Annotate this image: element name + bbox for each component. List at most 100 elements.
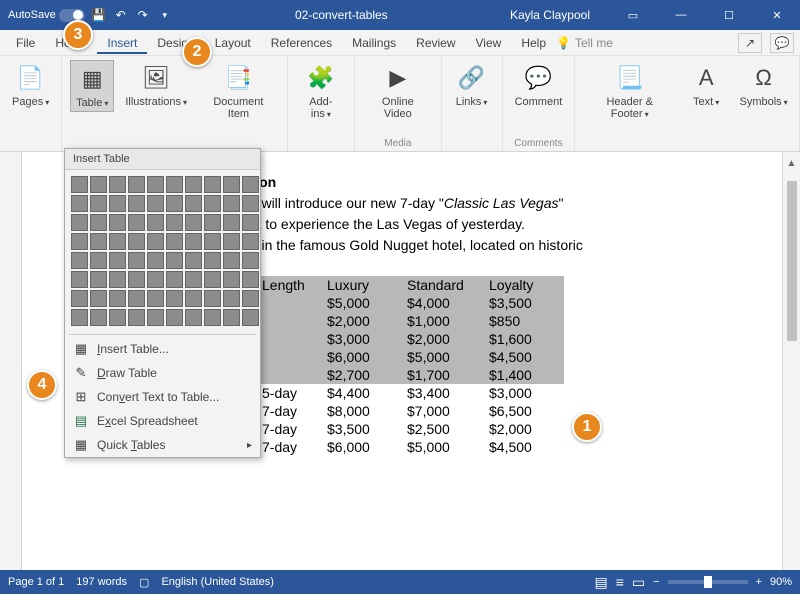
ribbon-table[interactable]: ▦ Table▾ — [70, 60, 114, 112]
grid-cell[interactable] — [242, 233, 259, 250]
ribbon-options-icon[interactable]: ▭ — [610, 0, 656, 30]
grid-cell[interactable] — [128, 233, 145, 250]
grid-cell[interactable] — [166, 233, 183, 250]
tell-me[interactable]: 💡 Tell me — [556, 36, 613, 50]
ribbon-document-item[interactable]: 📑 Document Item — [198, 60, 279, 122]
grid-cell[interactable] — [185, 214, 202, 231]
grid-cell[interactable] — [90, 309, 107, 326]
menu-layout[interactable]: Layout — [205, 32, 261, 54]
grid-cell[interactable] — [109, 214, 126, 231]
menu-mailings[interactable]: Mailings — [342, 32, 406, 54]
grid-cell[interactable] — [185, 309, 202, 326]
grid-cell[interactable] — [242, 252, 259, 269]
grid-cell[interactable] — [223, 176, 240, 193]
qat-customize-icon[interactable]: ▾ — [157, 7, 173, 23]
dropdown-quick-tables[interactable]: ▦ Quick Tables ▸ — [65, 433, 260, 457]
zoom-out-icon[interactable]: − — [653, 576, 659, 588]
grid-cell[interactable] — [109, 271, 126, 288]
grid-cell[interactable] — [71, 252, 88, 269]
grid-cell[interactable] — [223, 271, 240, 288]
print-layout-icon[interactable]: ≡ — [616, 574, 624, 590]
menu-file[interactable]: File — [6, 32, 45, 54]
grid-cell[interactable] — [223, 233, 240, 250]
zoom-thumb[interactable] — [704, 576, 712, 588]
scroll-up-icon[interactable]: ▲ — [785, 156, 799, 171]
web-layout-icon[interactable]: ▭ — [632, 574, 645, 591]
grid-cell[interactable] — [147, 309, 164, 326]
grid-cell[interactable] — [204, 195, 221, 212]
grid-cell[interactable] — [71, 233, 88, 250]
minimize-button[interactable]: — — [658, 0, 704, 30]
grid-cell[interactable] — [223, 309, 240, 326]
dropdown-convert-text[interactable]: ⊞ Convert Text to Table... — [65, 385, 260, 409]
grid-cell[interactable] — [204, 271, 221, 288]
grid-cell[interactable] — [90, 290, 107, 307]
close-button[interactable]: ✕ — [754, 0, 800, 30]
grid-cell[interactable] — [166, 176, 183, 193]
grid-cell[interactable] — [128, 290, 145, 307]
ribbon-online-video[interactable]: ▶ Online Video — [363, 60, 433, 122]
grid-cell[interactable] — [242, 309, 259, 326]
grid-cell[interactable] — [242, 271, 259, 288]
grid-cell[interactable] — [71, 271, 88, 288]
grid-cell[interactable] — [71, 195, 88, 212]
ribbon-header-footer[interactable]: 📃 Header & Footer▾ — [583, 60, 676, 122]
scroll-thumb[interactable] — [787, 181, 797, 341]
grid-cell[interactable] — [109, 252, 126, 269]
menu-insert[interactable]: Insert — [97, 32, 147, 54]
proofing-icon[interactable]: ▢ — [139, 576, 149, 589]
grid-cell[interactable] — [242, 290, 259, 307]
grid-cell[interactable] — [128, 195, 145, 212]
grid-cell[interactable] — [128, 214, 145, 231]
grid-cell[interactable] — [90, 271, 107, 288]
grid-cell[interactable] — [90, 233, 107, 250]
grid-cell[interactable] — [204, 252, 221, 269]
menu-references[interactable]: References — [261, 32, 342, 54]
maximize-button[interactable]: ☐ — [706, 0, 752, 30]
grid-cell[interactable] — [147, 271, 164, 288]
comments-button[interactable]: 💬 — [770, 33, 794, 53]
grid-cell[interactable] — [242, 176, 259, 193]
ribbon-illustrations[interactable]: 🖼 Illustrations▾ — [122, 60, 190, 110]
table-size-grid[interactable] — [65, 170, 260, 332]
vertical-ruler[interactable] — [0, 152, 22, 570]
grid-cell[interactable] — [166, 214, 183, 231]
grid-cell[interactable] — [90, 176, 107, 193]
share-button[interactable]: ↗ — [738, 33, 762, 53]
grid-cell[interactable] — [223, 195, 240, 212]
menu-review[interactable]: Review — [406, 32, 465, 54]
grid-cell[interactable] — [109, 309, 126, 326]
dropdown-excel[interactable]: ▤ Excel Spreadsheet — [65, 409, 260, 433]
grid-cell[interactable] — [223, 290, 240, 307]
zoom-in-icon[interactable]: + — [756, 576, 762, 588]
grid-cell[interactable] — [128, 271, 145, 288]
ribbon-comment[interactable]: 💬 Comment — [511, 60, 567, 110]
redo-icon[interactable]: ↷ — [135, 7, 151, 23]
grid-cell[interactable] — [109, 290, 126, 307]
grid-cell[interactable] — [166, 290, 183, 307]
ribbon-links[interactable]: 🔗 Links▾ — [450, 60, 494, 110]
grid-cell[interactable] — [147, 195, 164, 212]
status-page[interactable]: Page 1 of 1 — [8, 576, 64, 588]
grid-cell[interactable] — [185, 176, 202, 193]
grid-cell[interactable] — [185, 252, 202, 269]
grid-cell[interactable] — [185, 290, 202, 307]
ribbon-text[interactable]: A Text▾ — [684, 60, 728, 110]
ribbon-pages[interactable]: 📄 Pages▾ — [8, 60, 53, 110]
grid-cell[interactable] — [71, 309, 88, 326]
grid-cell[interactable] — [71, 290, 88, 307]
grid-cell[interactable] — [109, 233, 126, 250]
grid-cell[interactable] — [242, 214, 259, 231]
grid-cell[interactable] — [204, 176, 221, 193]
menu-help[interactable]: Help — [511, 32, 556, 54]
grid-cell[interactable] — [90, 252, 107, 269]
grid-cell[interactable] — [128, 309, 145, 326]
status-words[interactable]: 197 words — [76, 576, 127, 588]
zoom-slider[interactable] — [668, 580, 748, 584]
grid-cell[interactable] — [223, 252, 240, 269]
grid-cell[interactable] — [71, 176, 88, 193]
grid-cell[interactable] — [223, 214, 240, 231]
grid-cell[interactable] — [166, 252, 183, 269]
ribbon-addins[interactable]: 🧩 Add-ins▾ — [296, 60, 346, 122]
grid-cell[interactable] — [109, 195, 126, 212]
